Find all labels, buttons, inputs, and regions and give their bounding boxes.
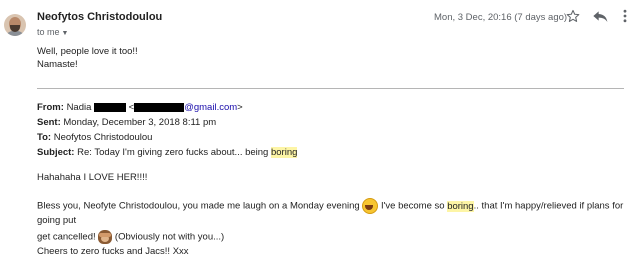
from-name: Nadia — [66, 102, 92, 113]
line2-text-b: I've become so — [378, 200, 448, 212]
quoted-line-2: Bless you, Neofyte Christodoulou, you ma… — [37, 198, 637, 228]
laughing-emoji-icon — [362, 198, 379, 214]
more-vert-icon[interactable] — [622, 9, 628, 23]
quoted-paragraph: Bless you, Neofyte Christodoulou, you ma… — [37, 198, 637, 245]
to-me-label: to me — [37, 27, 60, 37]
caret-down-icon[interactable]: ▼ — [62, 30, 69, 37]
line3-text-b: (Obviously not with you...) — [112, 231, 225, 243]
reply-icon[interactable] — [592, 9, 608, 23]
quoted-line-4: Cheers to zero fucks and Jacs!! Xxx — [37, 246, 189, 257]
quoted-line-3: get cancelled! (Obviously not with you..… — [37, 230, 637, 245]
sent-row: Sent: Monday, December 3, 2018 8:11 pm — [37, 115, 297, 130]
body-line: Namaste! — [37, 59, 78, 70]
quoted-line-1: Hahahaha I LOVE HER!!!! — [37, 172, 148, 183]
from-label: From: — [37, 102, 64, 113]
star-outline-icon[interactable] — [566, 9, 580, 23]
redacted-surname — [94, 102, 127, 112]
to-value: Neofytos Christodoulou — [53, 132, 153, 143]
line2-text-a: Bless you, Neofyte Christodoulou, you ma… — [37, 200, 363, 212]
sender-name[interactable]: Neofytos Christodoulou — [37, 11, 162, 23]
email-date: Mon, 3 Dec, 20:16 (7 days ago) — [434, 12, 568, 23]
subject-highlight: boring — [270, 147, 298, 158]
subject-row: Subject: Re: Today I'm giving zero fucks… — [37, 145, 298, 160]
to-label: To: — [37, 132, 52, 143]
sender-avatar — [4, 14, 26, 36]
from-row: From: Nadia < @gmail.com> — [37, 102, 243, 113]
body-line: Well, people love it too!! — [37, 46, 138, 57]
from-email-link[interactable]: @gmail.com — [184, 102, 237, 113]
subject-text: Re: Today I'm giving zero fucks about...… — [77, 147, 271, 158]
sent-value: Monday, December 3, 2018 8:11 pm — [63, 117, 217, 128]
quoted-header: From: Nadia < @gmail.com> Sent: Monday, D… — [37, 100, 298, 160]
email-body: Well, people love it too!! Namaste! — [37, 45, 633, 71]
to-row: To: Neofytos Christodoulou — [37, 130, 297, 145]
line3-text-a: get cancelled! — [37, 231, 99, 243]
sent-label: Sent: — [37, 117, 61, 128]
line2-highlight: boring — [447, 200, 474, 212]
quote-divider — [37, 88, 624, 89]
see-no-evil-monkey-emoji-icon — [98, 230, 113, 244]
redacted-email — [134, 102, 185, 112]
recipient-details-toggle[interactable]: to me ▼ — [37, 27, 68, 37]
subject-label: Subject: — [37, 147, 75, 158]
